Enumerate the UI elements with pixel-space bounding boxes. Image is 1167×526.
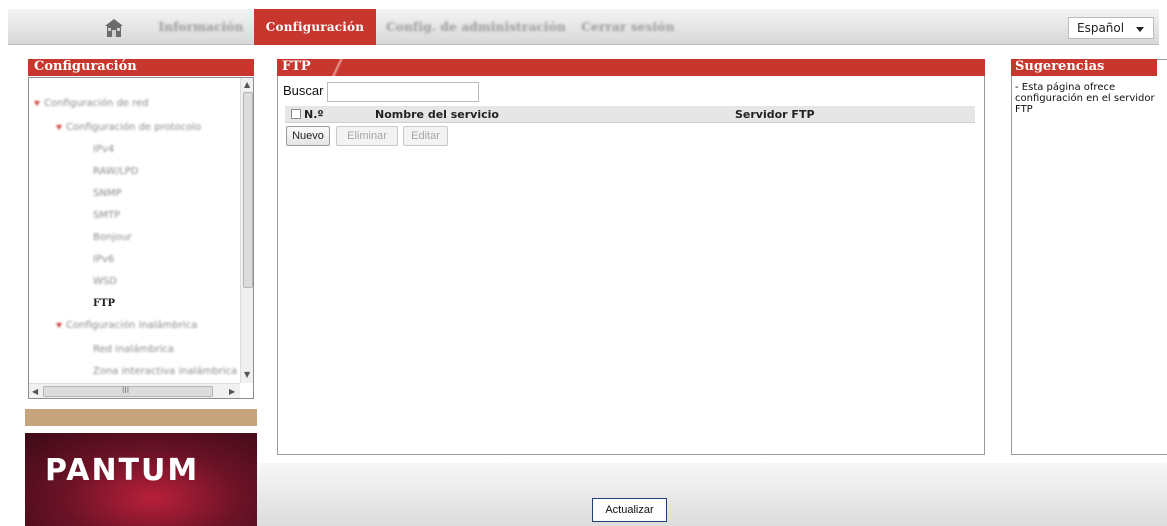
tree-item-bonjour[interactable]: Bonjour (93, 232, 132, 243)
nav-informacion[interactable]: Información (153, 9, 249, 45)
scroll-grip: III (122, 386, 130, 395)
tree-vertical-scrollbar[interactable]: ▲ ▼ (240, 78, 253, 383)
suggestions-text: - Esta página ofrece configuración en el… (1015, 82, 1155, 115)
vertical-scroll-thumb[interactable] (243, 92, 253, 288)
expand-arrow-icon (34, 100, 40, 106)
expand-arrow-icon (56, 124, 62, 130)
scroll-right-icon[interactable]: ▶ (229, 387, 235, 396)
scroll-up-icon[interactable]: ▲ (244, 80, 250, 89)
search-input[interactable] (327, 82, 479, 102)
decorative-bar (25, 409, 257, 426)
expand-arrow-icon (56, 322, 62, 328)
tree-item-inalambrica[interactable]: Configuración inalámbrica (56, 320, 197, 331)
column-header-number: N.º (304, 108, 324, 121)
language-select[interactable]: Español (1068, 17, 1154, 39)
tree-horizontal-scrollbar[interactable]: ◀ III ▶ (29, 383, 240, 398)
tree-item-snmp[interactable]: SNMP (93, 188, 122, 199)
scroll-down-icon[interactable]: ▼ (244, 370, 250, 379)
config-tree: Configuración de red Configuración de pr… (28, 77, 254, 399)
pantum-logo: PANTUM (25, 433, 257, 526)
table-header: N.º Nombre del servicio Servidor FTP (285, 106, 975, 123)
suggestions-title: Sugerencias (1011, 59, 1157, 76)
tree-item-wsd[interactable]: WSD (93, 276, 117, 287)
tree-item-smtp[interactable]: SMTP (93, 210, 120, 221)
refresh-button[interactable]: Actualizar (592, 498, 667, 522)
tree-item-zona-interactiva[interactable]: Zona interactiva inalámbrica (93, 366, 237, 377)
tree-item-ftp[interactable]: FTP (93, 298, 115, 309)
select-all-checkbox[interactable] (291, 109, 301, 119)
tree-item-raw-lpd[interactable]: RAW/LPD (93, 166, 138, 177)
suggestions-panel (1011, 59, 1167, 455)
main-panel-title: FTP (282, 59, 311, 74)
scroll-left-icon[interactable]: ◀ (32, 387, 38, 396)
tree-item-protocolo[interactable]: Configuración de protocolo (56, 122, 201, 133)
horizontal-scroll-thumb[interactable]: III (43, 386, 213, 397)
tree-item-ipv4[interactable]: IPv4 (93, 144, 114, 155)
top-nav-bar: Información Configuración Config. de adm… (8, 9, 1159, 45)
column-header-ftp-server: Servidor FTP (735, 108, 815, 121)
chevron-down-icon (1136, 27, 1144, 32)
delete-button[interactable]: Eliminar (336, 126, 398, 146)
left-panel-title: Configuración (28, 59, 254, 76)
nav-configuracion[interactable]: Configuración (254, 9, 376, 45)
tree-item-ipv6[interactable]: IPv6 (93, 254, 114, 265)
footer-bar (257, 463, 1167, 526)
nav-config-administracion[interactable]: Config. de administración (386, 9, 566, 45)
search-label: Buscar (283, 83, 324, 98)
title-notch (327, 59, 347, 76)
main-panel-title-bar (277, 59, 985, 76)
tree-item-red[interactable]: Configuración de red (34, 98, 149, 109)
logo-text: PANTUM (45, 453, 200, 488)
home-icon[interactable] (104, 18, 124, 38)
edit-button[interactable]: Editar (403, 126, 448, 146)
nav-cerrar-sesion[interactable]: Cerrar sesión (573, 9, 683, 45)
new-button[interactable]: Nuevo (286, 126, 330, 146)
column-header-service-name: Nombre del servicio (375, 108, 499, 121)
tree-item-red-inalambrica[interactable]: Red inalámbrica (93, 344, 174, 355)
language-value: Español (1077, 21, 1125, 35)
